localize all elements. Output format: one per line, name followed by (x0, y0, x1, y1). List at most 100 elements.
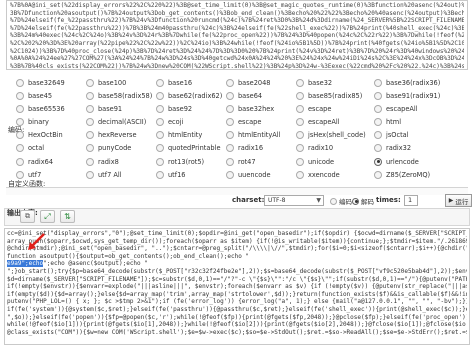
radio-button[interactable] (16, 91, 24, 100)
encoding-option-base32hex[interactable]: base32hex (226, 102, 274, 115)
encoding-option-base92[interactable]: base92 (156, 102, 192, 115)
encoding-option-rot13-rot5[interactable]: rot13(rot5) (156, 155, 204, 168)
encoding-option-decimal-ascii[interactable]: decimal(ASCII) (86, 116, 146, 129)
radio-button[interactable] (226, 104, 234, 113)
radio-button[interactable] (16, 78, 24, 87)
radio-button[interactable] (156, 78, 164, 87)
encoding-option-hexoctbin[interactable]: HexOctBin (16, 129, 63, 142)
encoding-option-base91-radix91[interactable]: base91(radix91) (374, 89, 440, 102)
radio-button[interactable] (374, 118, 382, 127)
copy-button[interactable]: ⧉ (20, 210, 35, 223)
radio-button[interactable] (296, 78, 304, 87)
encoding-option-base64[interactable]: base64 (226, 89, 262, 102)
radio-button[interactable] (296, 91, 304, 100)
radio-button[interactable] (296, 170, 304, 179)
radio-button[interactable] (86, 144, 94, 153)
encoding-option-jsoctal[interactable]: jsOctal (374, 129, 409, 142)
input-textarea[interactable]: %7B%0A@ini_set(%22display_errors%22%2C%2… (6, 0, 468, 70)
encoding-option-ecoji[interactable]: ecoji (156, 116, 183, 129)
encoding-option-base45[interactable]: base45 (16, 89, 52, 102)
radio-button[interactable] (16, 104, 24, 113)
encoding-option-html[interactable]: html (374, 116, 401, 129)
radio-button[interactable] (16, 144, 24, 153)
encoding-option-base32649[interactable]: base32649 (16, 76, 65, 89)
radio-button[interactable] (226, 170, 234, 179)
encoding-option-radix32[interactable]: radix32 (374, 142, 411, 155)
encoding-option-radix10[interactable]: radix10 (296, 142, 333, 155)
encoding-option-base91[interactable]: base91 (86, 102, 122, 115)
radio-button[interactable] (374, 157, 382, 166)
encoding-option-rot47[interactable]: rot47 (226, 155, 256, 168)
radio-button[interactable] (226, 131, 234, 140)
radio-button[interactable] (296, 131, 304, 140)
radio-button[interactable] (86, 157, 94, 166)
radio-button[interactable] (16, 170, 24, 179)
encoding-option-base36-radix36[interactable]: base36(radix36) (374, 76, 440, 89)
radio-button[interactable] (374, 91, 382, 100)
radio-button[interactable] (296, 144, 304, 153)
encoding-option-radix16[interactable]: radix16 (226, 142, 263, 155)
radio-button[interactable] (86, 118, 94, 127)
radio-button[interactable] (16, 157, 24, 166)
radio-button[interactable] (156, 144, 164, 153)
radio-button[interactable] (156, 104, 164, 113)
encoding-option-escape[interactable]: escape (226, 116, 261, 129)
encoding-option-xxencode[interactable]: xxencode (296, 168, 340, 181)
times-input[interactable]: 1 (404, 195, 418, 206)
decode-radio[interactable]: 解码 (352, 196, 374, 206)
radio-button[interactable] (156, 91, 164, 100)
encode-radio[interactable]: 编码 (330, 196, 352, 206)
encoding-option-unicode[interactable]: unicode (296, 155, 334, 168)
radio-button[interactable] (226, 91, 234, 100)
radio-button[interactable] (226, 144, 234, 153)
radio-button[interactable] (374, 78, 382, 87)
encoding-option-base16[interactable]: base16 (156, 76, 192, 89)
encoding-option-htmlentity[interactable]: htmlEntity (156, 129, 202, 142)
charset-select[interactable]: UTF-8 ▼ (264, 195, 324, 206)
encoding-option-hexreverse[interactable]: hexReverse (86, 129, 137, 142)
encoding-option-base2048[interactable]: base2048 (226, 76, 271, 89)
radio-button[interactable] (156, 118, 164, 127)
radio-button[interactable] (16, 118, 24, 127)
radio-button[interactable] (86, 131, 94, 140)
radio-button[interactable] (86, 170, 94, 179)
encoding-option-radix64[interactable]: radix64 (16, 155, 53, 168)
encoding-option-octal[interactable]: octal (16, 142, 44, 155)
encoding-option-htmlentityall[interactable]: htmlEntityAll (226, 129, 280, 142)
encoding-option-uuencode[interactable]: uuencode (226, 168, 271, 181)
encoding-option-radix8[interactable]: radix8 (86, 155, 119, 168)
encoding-option-base100[interactable]: base100 (86, 76, 126, 89)
radio-button[interactable] (86, 91, 94, 100)
encoding-option-jshex-shell-code[interactable]: jsHex(shell_code) (296, 129, 366, 142)
radio-button[interactable] (296, 157, 304, 166)
encoding-option-base32[interactable]: base32 (296, 76, 332, 89)
radio-button[interactable] (156, 131, 164, 140)
radio-button[interactable] (296, 104, 304, 113)
swap-button[interactable]: ⇅ (60, 210, 75, 223)
encoding-option-urlencode[interactable]: urlencode (374, 155, 419, 168)
radio-button[interactable] (86, 104, 94, 113)
radio-button[interactable] (86, 78, 94, 87)
encoding-option-base58-radix58[interactable]: base58(radix58) (86, 89, 152, 102)
output-textarea[interactable]: cc=@ini_set("display_errors","0");@set_t… (4, 228, 470, 345)
encoding-option-escapeall[interactable]: escapeAll (296, 116, 340, 129)
encoding-option-base62-radix62[interactable]: base62(radix62) (156, 89, 222, 102)
expand-button[interactable]: ⤢ (40, 210, 55, 223)
radio-button[interactable] (374, 144, 382, 153)
encoding-option-base85-radix85[interactable]: base85(radix85) (296, 89, 362, 102)
radio-button[interactable] (16, 131, 24, 140)
radio-button[interactable] (156, 157, 164, 166)
radio-button[interactable] (156, 170, 164, 179)
encoding-option-utf7-all[interactable]: utf7 All (86, 168, 122, 181)
decode-radio-circle[interactable] (352, 197, 359, 205)
encoding-option-escape[interactable]: escape (296, 102, 331, 115)
radio-button[interactable] (374, 104, 382, 113)
radio-button[interactable] (226, 118, 234, 127)
encode-radio-circle[interactable] (330, 197, 337, 205)
run-button[interactable]: ▶ 运行 (445, 194, 472, 207)
encoding-option-binary[interactable]: binary (16, 116, 49, 129)
encoding-option-utf16[interactable]: utf16 (156, 168, 185, 181)
radio-button[interactable] (374, 131, 382, 140)
encoding-option-quotedprintable[interactable]: quotedPrintable (156, 142, 221, 155)
encoding-option-z85-zeromq[interactable]: Z85(ZeroMQ) (374, 168, 430, 181)
